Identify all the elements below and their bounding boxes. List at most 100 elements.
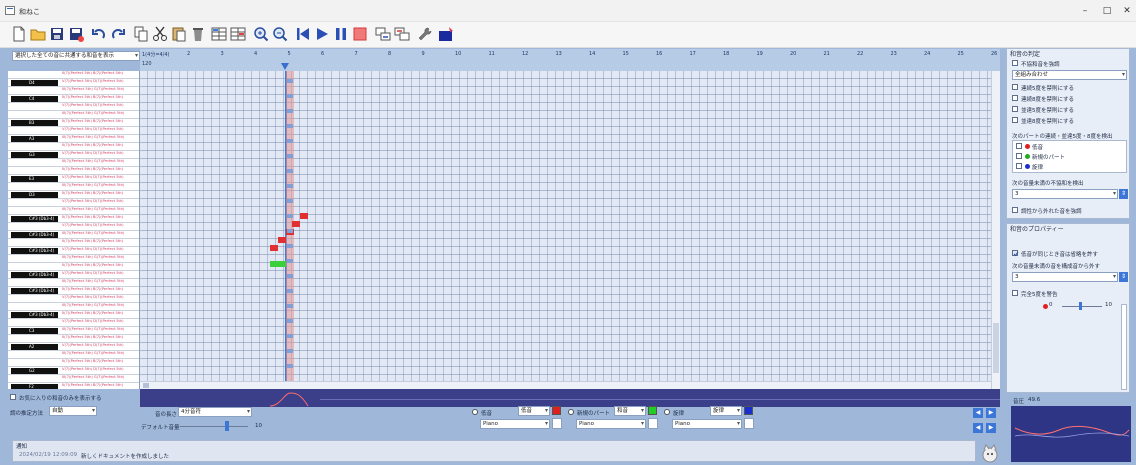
piano-key[interactable]: E3 V(7)(Perfect 5th) D(7)(Perfect 5th) <box>8 175 139 183</box>
note-block[interactable] <box>278 237 286 243</box>
black-key[interactable]: E3 <box>11 176 58 182</box>
piano-key[interactable]: C#3 (Db3-4) II(7)(Perfect 5th) B(7)(Perfe… <box>8 215 139 223</box>
down-button[interactable]: ◀ <box>973 423 983 433</box>
piano-key[interactable]: C4 II(7)(Perfect 5th) B(7)(Perfect 5th) <box>8 95 139 103</box>
up-button[interactable]: ▶ <box>986 423 996 433</box>
part-detect-checkbox[interactable] <box>1016 153 1022 159</box>
part-radio[interactable] <box>472 409 478 415</box>
black-key[interactable]: C3 <box>11 328 58 334</box>
instrument-select[interactable]: Piano <box>480 419 550 429</box>
piano-key[interactable]: C#3 (Db3-4) V(7)(Perfect 5th) D(7)(Perfec… <box>8 247 139 255</box>
rule-checkbox[interactable] <box>1012 84 1018 90</box>
rule-checkbox[interactable] <box>1012 95 1018 101</box>
piano-key[interactable]: F2 II(7)(Perfect 5th) B(7)(Perfect 5th) <box>8 383 139 389</box>
new-file-icon[interactable] <box>10 25 28 43</box>
piano-key[interactable]: II(7)(Perfect 5th) B(7)(Perfect 5th) <box>8 335 139 343</box>
black-key[interactable]: C#3 (Db3-4) <box>11 288 58 294</box>
piano-key[interactable]: G3 V(7)(Perfect 5th) D(7)(Perfect 5th) <box>8 151 139 159</box>
vertical-scrollbar[interactable] <box>991 71 1000 389</box>
rule-checkbox[interactable] <box>1012 117 1018 123</box>
note-block[interactable] <box>292 221 300 227</box>
allow-omission-checkbox[interactable] <box>1012 250 1019 257</box>
black-key[interactable]: F2 <box>11 384 58 389</box>
zoom-in-icon[interactable] <box>252 25 270 43</box>
props-next-stepper[interactable]: ⇕ <box>1119 272 1128 282</box>
save-icon[interactable] <box>48 25 66 43</box>
favorites-only-checkbox[interactable] <box>10 394 16 400</box>
speaker-icon[interactable] <box>552 418 562 429</box>
piano-key[interactable]: III(7)(Perfect 5th) G(7)(Perfect 5th) <box>8 111 139 119</box>
minimize-button[interactable]: – <box>1078 4 1092 18</box>
piano-key[interactable]: V(7)(Perfect 5th) D(7)(Perfect 5th) <box>8 319 139 327</box>
piano-key[interactable]: V(7)(Perfect 5th) D(7)(Perfect 5th) <box>8 199 139 207</box>
black-key[interactable]: A2 <box>11 344 58 350</box>
out-of-key-checkbox[interactable] <box>1012 207 1018 213</box>
vertical-scroll-thumb[interactable] <box>993 323 999 373</box>
rule-checkbox[interactable] <box>1012 106 1018 112</box>
slider-thumb[interactable] <box>1079 302 1082 310</box>
black-key[interactable]: C#3 (Db3-4) <box>11 232 58 238</box>
piano-key[interactable]: D3 II(7)(Perfect 5th) B(7)(Perfect 5th) <box>8 191 139 199</box>
part-color-swatch[interactable] <box>552 406 561 415</box>
piano-key[interactable]: III(7)(Perfect 5th) G(7)(Perfect 5th) <box>8 303 139 311</box>
playhead-marker-icon[interactable] <box>281 63 289 71</box>
skip-to-start-icon[interactable] <box>294 25 312 43</box>
save-as-icon[interactable] <box>67 25 85 43</box>
piano-key[interactable]: V(7)(Perfect 5th) D(7)(Perfect 5th) <box>8 223 139 231</box>
volume-slider-thumb[interactable] <box>225 421 229 431</box>
piano-key[interactable]: V(7)(Perfect 5th) D(7)(Perfect 5th) <box>8 127 139 135</box>
instrument-select[interactable]: Piano <box>672 419 742 429</box>
black-key[interactable]: C#3 (Db3-4) <box>11 272 58 278</box>
black-key[interactable]: G3 <box>11 152 58 158</box>
settings-icon[interactable] <box>416 25 434 43</box>
note-block[interactable] <box>300 213 308 219</box>
note-block[interactable] <box>270 245 278 251</box>
part-radio[interactable] <box>568 409 574 415</box>
piano-key[interactable]: III(7)(Perfect 5th) G(7)(Perfect 5th) <box>8 183 139 191</box>
black-key[interactable]: G2 <box>11 368 58 374</box>
piano-key[interactable]: II(7)(Perfect 5th) B(7)(Perfect 5th) <box>8 239 139 247</box>
black-key[interactable]: C#3 (Db3-4) <box>11 216 58 222</box>
undo-icon[interactable] <box>90 25 108 43</box>
piano-key[interactable]: C#3 (Db3-4) III(7)(Perfect 5th) G(7)(Perf… <box>8 231 139 239</box>
black-key[interactable]: D3 <box>11 192 58 198</box>
next-button[interactable]: ▶ <box>986 408 996 418</box>
part-detect-checkbox[interactable] <box>1016 143 1022 149</box>
part-radio[interactable] <box>664 409 670 415</box>
black-key[interactable]: B3 <box>11 120 58 126</box>
play-icon[interactable] <box>313 25 331 43</box>
part-role-select[interactable]: 旋律 <box>710 406 742 416</box>
close-button[interactable]: ✕ <box>1120 4 1134 18</box>
delete-measure-icon[interactable] <box>229 25 247 43</box>
piano-key[interactable]: C#3 (Db3-4) II(7)(Perfect 5th) B(7)(Perfe… <box>8 311 139 319</box>
piano-key[interactable]: II(7)(Perfect 5th) B(7)(Perfect 5th) <box>8 167 139 175</box>
midi-icon[interactable] <box>437 25 455 43</box>
part-role-select[interactable]: 低音 <box>518 406 550 416</box>
zoom-out-icon[interactable] <box>271 25 289 43</box>
cut-icon[interactable] <box>151 25 169 43</box>
piano-key[interactable]: II(7)(Perfect 5th) B(7)(Perfect 5th) <box>8 71 139 79</box>
prev-button[interactable]: ◀ <box>973 408 983 418</box>
delete-icon[interactable] <box>189 25 207 43</box>
piano-key[interactable]: III(7)(Perfect 5th) G(7)(Perfect 5th) <box>8 159 139 167</box>
piano-key[interactable]: III(7)(Perfect 5th) G(7)(Perfect 5th) <box>8 207 139 215</box>
key-method-select[interactable]: 自動 <box>49 406 97 416</box>
note-length-select[interactable]: 4分音符 <box>178 407 252 417</box>
piano-key[interactable]: III(7)(Perfect 5th) G(7)(Perfect 5th) <box>8 279 139 287</box>
part-color-swatch[interactable] <box>648 406 657 415</box>
piano-key[interactable]: B3 II(7)(Perfect 5th) B(7)(Perfect 5th) <box>8 119 139 127</box>
horizontal-scroll-thumb[interactable] <box>143 383 149 388</box>
copy-icon[interactable] <box>132 25 150 43</box>
stop-icon[interactable] <box>351 25 369 43</box>
piano-key[interactable]: V(7)(Perfect 5th) D(7)(Perfect 5th) <box>8 103 139 111</box>
paste-icon[interactable] <box>170 25 188 43</box>
piano-key[interactable]: II(7)(Perfect 5th) B(7)(Perfect 5th) <box>8 359 139 367</box>
piano-key[interactable]: III(7)(Perfect 5th) G(7)(Perfect 5th) <box>8 351 139 359</box>
open-folder-icon[interactable] <box>29 25 47 43</box>
piano-key[interactable]: D4 V(7)(Perfect 5th) D(7)(Perfect 5th) <box>8 79 139 87</box>
next-chord-input[interactable]: 3 <box>1012 189 1118 199</box>
pause-icon[interactable] <box>332 25 350 43</box>
instrument-select[interactable]: Piano <box>576 419 646 429</box>
black-key[interactable]: C#3 (Db3-4) <box>11 248 58 254</box>
horizontal-scrollbar[interactable] <box>140 381 991 389</box>
